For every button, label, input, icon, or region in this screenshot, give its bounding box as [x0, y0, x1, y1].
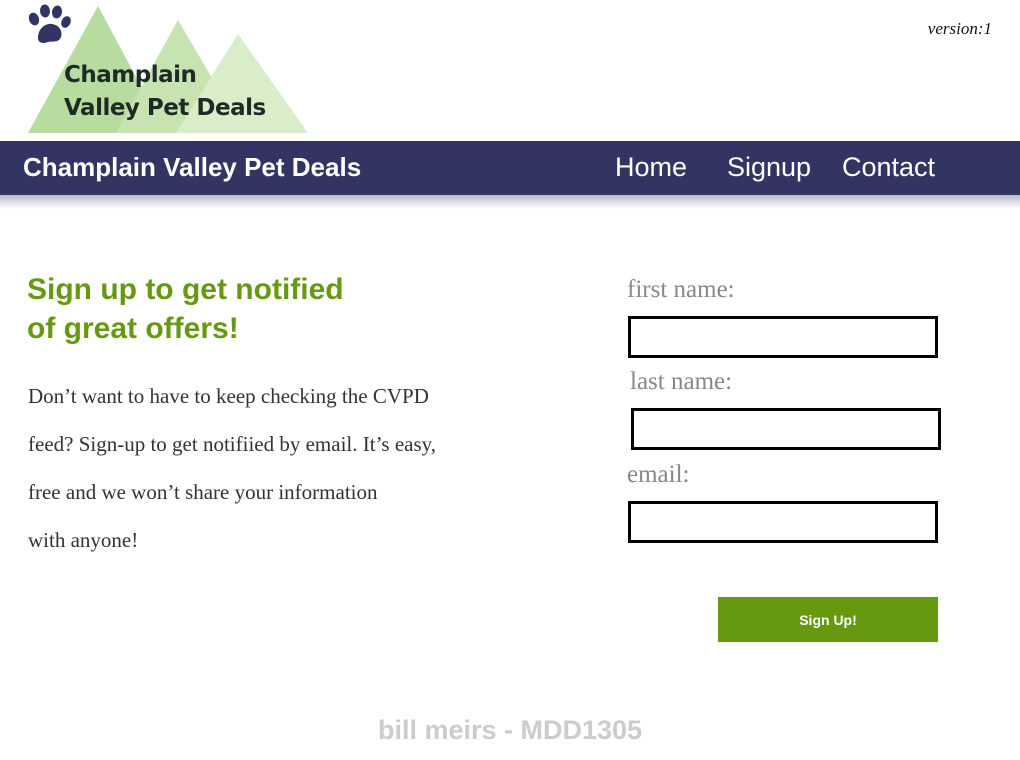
nav-link-contact[interactable]: Contact: [842, 152, 935, 183]
paragraph-line: free and we won’t share your information: [28, 480, 378, 504]
headline-line: Sign up to get notified: [27, 273, 344, 306]
nav-link-signup[interactable]: Signup: [727, 152, 811, 183]
footer-credit: bill meirs - MDD1305: [377, 715, 643, 745]
first-name-label: first name:: [627, 276, 735, 303]
version-label: version:1: [927, 19, 992, 38]
site-logo[interactable]: Champlain Valley Pet Deals: [26, 4, 311, 136]
last-name-input[interactable]: [631, 408, 941, 450]
email-input[interactable]: [628, 501, 938, 543]
email-label: email:: [627, 461, 690, 488]
paragraph-line: feed? Sign-up to get notifiied by email.…: [28, 432, 437, 456]
navbar-site-title[interactable]: Champlain Valley Pet Deals: [23, 152, 361, 183]
logo-text-line2: Valley Pet Deals: [64, 95, 266, 121]
headline-line: of great offers!: [27, 312, 239, 345]
logo-text-line1: Champlain: [64, 62, 197, 88]
last-name-label: last name:: [630, 368, 733, 395]
paw-print-icon: [28, 4, 71, 43]
navbar-shadow: [0, 195, 1020, 209]
top-navbar: Champlain Valley Pet Deals Home Signup C…: [0, 141, 1020, 195]
intro-paragraph: Don’t want to have to keep checking the …: [28, 372, 508, 564]
first-name-input[interactable]: [628, 316, 938, 358]
sign-up-button[interactable]: Sign Up!: [718, 597, 938, 642]
paragraph-line: with anyone!: [28, 528, 139, 552]
page-headline: Sign up to get notified of great offers!: [27, 270, 447, 348]
paragraph-line: Don’t want to have to keep checking the …: [28, 384, 429, 408]
nav-link-home[interactable]: Home: [615, 152, 687, 183]
